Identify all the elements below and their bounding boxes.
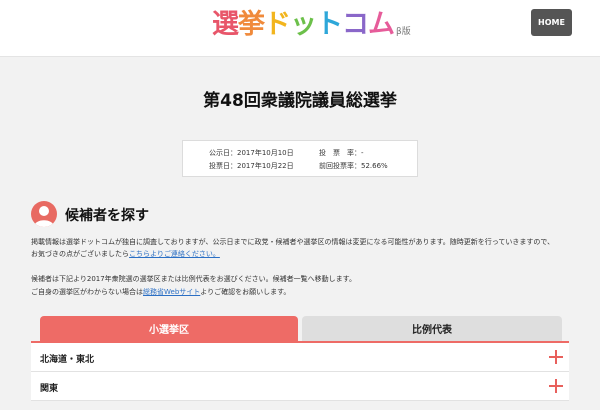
plus-icon[interactable] bbox=[549, 379, 563, 393]
notice-line-2: お気づきの点がございましたらこちらよりご連絡ください。 bbox=[31, 248, 220, 260]
logo-char: ト bbox=[316, 9, 343, 40]
prev-turnout-value: 52.66% bbox=[361, 162, 388, 170]
turnout: 投 票 率：- bbox=[319, 148, 364, 158]
logo-char: 選 bbox=[212, 9, 239, 40]
logo-beta-badge: β版 bbox=[396, 27, 411, 37]
home-button[interactable]: HOME bbox=[531, 9, 572, 36]
turnout-value: - bbox=[361, 149, 364, 157]
logo-char: ム bbox=[368, 9, 395, 40]
region-row-kanto[interactable]: 関東 bbox=[31, 372, 569, 401]
prev-turnout-label: 前回投票率： bbox=[319, 162, 361, 170]
vote-date: 投票日：2017年10月22日 bbox=[209, 161, 294, 171]
announce-label: 公示日： bbox=[209, 149, 237, 157]
notice-prefix: お気づきの点がございましたら bbox=[31, 250, 129, 258]
vote-day-value: 2017年10月22日 bbox=[237, 162, 294, 170]
instruction-prefix: ご自身の選挙区がわからない場合は bbox=[31, 288, 143, 296]
logo-char: 挙 bbox=[238, 9, 265, 40]
election-dates-box: 公示日：2017年10月10日 投票日：2017年10月22日 投 票 率：- … bbox=[182, 140, 418, 177]
instruction-line-1: 候補者は下記より2017年衆院選の選挙区または比例代表をお選びください。候補者一… bbox=[31, 275, 356, 283]
announce-value: 2017年10月10日 bbox=[237, 149, 294, 157]
logo-char: ド bbox=[264, 9, 291, 40]
vote-day-label: 投票日： bbox=[209, 162, 237, 170]
logo-char: ッ bbox=[290, 9, 317, 40]
contact-link[interactable]: こちらよりご連絡ください。 bbox=[129, 250, 220, 258]
instruction-suffix: よりご確認をお願いします。 bbox=[200, 288, 291, 296]
logo-char: コ bbox=[342, 9, 369, 40]
previous-turnout: 前回投票率：52.66% bbox=[319, 161, 388, 171]
site-logo[interactable]: 選挙ドットコム β版 bbox=[212, 7, 411, 43]
region-label: 関東 bbox=[40, 384, 59, 394]
person-icon bbox=[31, 201, 57, 227]
section-title: 候補者を探す bbox=[65, 208, 149, 224]
plus-icon[interactable] bbox=[549, 350, 563, 364]
page-title: 第48回衆議院議員総選挙 bbox=[203, 91, 397, 111]
announce-date: 公示日：2017年10月10日 bbox=[209, 148, 294, 158]
region-row-hokkaido-tohoku[interactable]: 北海道・東北 bbox=[31, 343, 569, 372]
mic-website-link[interactable]: 総務省Webサイト bbox=[143, 288, 200, 296]
tab-proportional-representation[interactable]: 比例代表 bbox=[302, 316, 562, 341]
site-header: 選挙ドットコム β版 HOME bbox=[0, 0, 600, 57]
logo-text: 選挙ドットコム bbox=[212, 7, 395, 43]
tab-single-seat-district[interactable]: 小選挙区 bbox=[40, 316, 298, 341]
region-label: 北海道・東北 bbox=[40, 355, 95, 365]
turnout-label: 投 票 率： bbox=[319, 149, 361, 157]
notice-line-1: 掲載情報は選挙ドットコムが独自に調査しておりますが、公示日までに政党・候補者や選… bbox=[31, 238, 555, 246]
instruction-line-2: ご自身の選挙区がわからない場合は総務省Webサイトよりご確認をお願いします。 bbox=[31, 286, 290, 298]
